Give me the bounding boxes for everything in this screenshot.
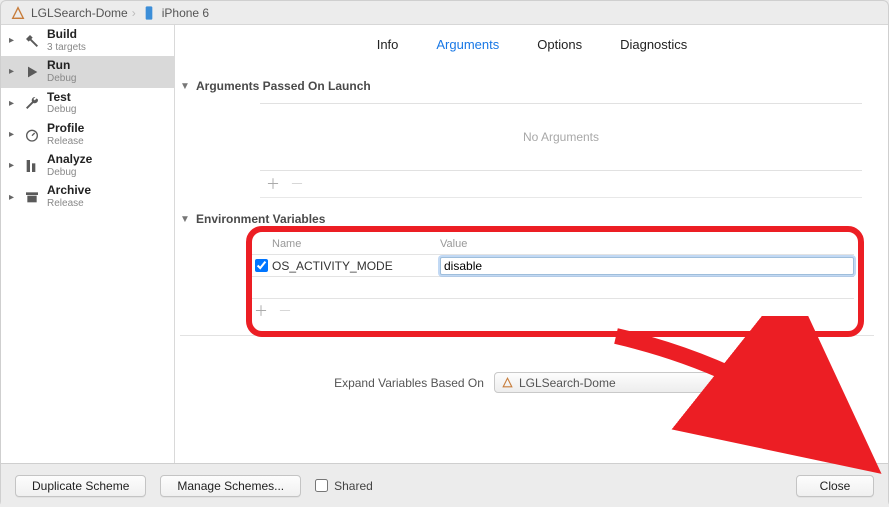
device-icon: [140, 4, 158, 22]
manage-schemes-button[interactable]: Manage Schemes...: [160, 475, 301, 497]
disclosure-icon[interactable]: ▸: [9, 66, 17, 77]
popup-arrows-icon: ▲▼: [716, 375, 725, 389]
shared-label: Shared: [334, 479, 373, 493]
sidebar-item-sub: Release: [47, 136, 84, 148]
sidebar-item-title: Analyze: [47, 153, 92, 167]
gauge-icon: [23, 126, 41, 144]
sidebar-item-sub: Debug: [47, 167, 92, 179]
sidebar-item-run[interactable]: ▸ RunDebug: [1, 56, 174, 87]
disclosure-icon[interactable]: ▸: [9, 35, 17, 46]
env-var-table: Name Value OS_ACTIVITY_MODE: [250, 236, 854, 299]
chevron-right-icon: ›: [132, 6, 136, 20]
section-launch-args: ▼ Arguments Passed On Launch No Argument…: [180, 79, 872, 198]
footer-bar: Duplicate Scheme Manage Schemes... Share…: [1, 463, 888, 507]
sidebar-item-title: Run: [47, 59, 76, 73]
sidebar-item-test[interactable]: ▸ TestDebug: [1, 88, 174, 119]
disclosure-icon[interactable]: ▸: [9, 129, 17, 140]
disclosure-icon[interactable]: ▸: [9, 98, 17, 109]
column-header-name: Name: [272, 238, 440, 250]
expand-variables-row: Expand Variables Based On LGLSearch-Dome…: [176, 372, 888, 393]
env-enabled-checkbox[interactable]: [255, 259, 268, 272]
shared-checkbox[interactable]: [315, 479, 328, 492]
content-pane: Info Arguments Options Diagnostics ▼ Arg…: [175, 25, 888, 463]
sidebar-item-title: Build: [47, 28, 86, 42]
archive-icon: [23, 188, 41, 206]
sidebar-item-title: Archive: [47, 184, 91, 198]
duplicate-scheme-button[interactable]: Duplicate Scheme: [15, 475, 146, 497]
sidebar-item-profile[interactable]: ▸ ProfileRelease: [1, 119, 174, 150]
env-name-cell[interactable]: OS_ACTIVITY_MODE: [272, 259, 440, 273]
expand-label: Expand Variables Based On: [334, 376, 484, 390]
column-header-value: Value: [440, 238, 467, 250]
popup-value: LGLSearch-Dome: [519, 376, 616, 390]
sidebar-item-archive[interactable]: ▸ ArchiveRelease: [1, 181, 174, 212]
hammer-icon: [23, 32, 41, 50]
shared-checkbox-wrap[interactable]: Shared: [315, 479, 373, 493]
tab-arguments[interactable]: Arguments: [436, 37, 499, 52]
crumb-project[interactable]: LGLSearch-Dome: [31, 6, 128, 20]
sidebar-item-title: Profile: [47, 122, 84, 136]
wrench-icon: [23, 94, 41, 112]
disclosure-icon[interactable]: ▼: [180, 214, 190, 225]
sidebar-item-build[interactable]: ▸ Build3 targets: [1, 25, 174, 56]
sidebar-item-sub: Release: [47, 198, 91, 210]
xcode-project-icon: [501, 376, 514, 389]
section-env-vars: ▼ Environment Variables Name Value OS_AC…: [180, 212, 872, 329]
add-env-button[interactable]: ＋: [250, 302, 272, 320]
section-title: Environment Variables: [196, 212, 325, 226]
add-argument-button[interactable]: ＋: [262, 175, 284, 193]
expand-target-popup[interactable]: LGLSearch-Dome ▲▼: [494, 372, 730, 393]
analyze-icon: [23, 157, 41, 175]
disclosure-icon[interactable]: ▼: [180, 81, 190, 92]
sidebar-item-analyze[interactable]: ▸ AnalyzeDebug: [1, 150, 174, 181]
xcode-project-icon: [9, 4, 27, 22]
no-arguments-label: No Arguments: [260, 104, 862, 171]
play-icon: [23, 63, 41, 81]
scheme-sidebar: ▸ Build3 targets ▸ RunDebug ▸ TestDebug …: [1, 25, 175, 463]
tab-bar: Info Arguments Options Diagnostics: [176, 25, 888, 65]
sidebar-item-title: Test: [47, 91, 76, 105]
sidebar-item-sub: 3 targets: [47, 42, 86, 54]
tab-options[interactable]: Options: [537, 37, 582, 52]
sidebar-item-sub: Debug: [47, 104, 76, 116]
env-row[interactable]: OS_ACTIVITY_MODE: [250, 255, 854, 277]
section-title: Arguments Passed On Launch: [196, 79, 371, 93]
env-value-input[interactable]: [440, 257, 854, 275]
close-button[interactable]: Close: [796, 475, 874, 497]
sidebar-item-sub: Debug: [47, 73, 76, 85]
tab-diagnostics[interactable]: Diagnostics: [620, 37, 687, 52]
crumb-device[interactable]: iPhone 6: [162, 6, 209, 20]
remove-env-button: －: [274, 302, 296, 320]
disclosure-icon[interactable]: ▸: [9, 160, 17, 171]
breadcrumb: LGLSearch-Dome › iPhone 6: [1, 1, 888, 25]
disclosure-icon[interactable]: ▸: [9, 192, 17, 203]
tab-info[interactable]: Info: [377, 37, 399, 52]
remove-argument-button: －: [286, 175, 308, 193]
